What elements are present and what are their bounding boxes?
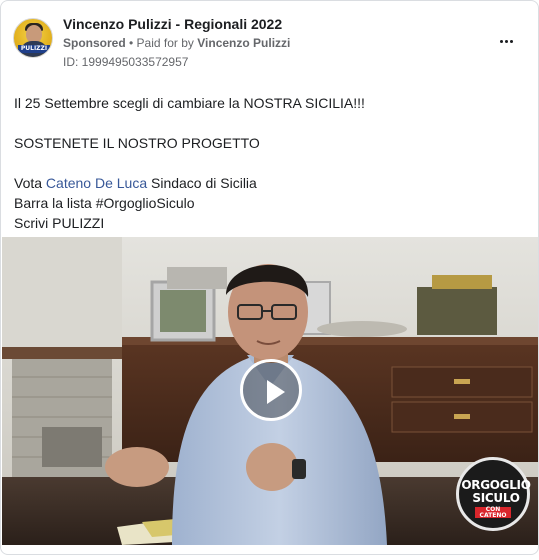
post-text: Il 25 Settembre scegli di cambiare la NO…: [14, 93, 524, 233]
sponsored-line: Sponsored • Paid for by Vincenzo Pulizzi: [63, 36, 290, 50]
post-line-2: SOSTENETE IL NOSTRO PROGETTO: [14, 135, 260, 151]
avatar-tag: PULIZZI: [18, 45, 50, 53]
more-options-icon[interactable]: [494, 33, 518, 49]
paid-for-prefix: Paid for by: [136, 36, 198, 50]
play-icon: [267, 380, 285, 404]
post-line-1: Il 25 Settembre scegli di cambiare la NO…: [14, 95, 365, 111]
ad-header: PULIZZI Vincenzo Pulizzi - Regionali 202…: [13, 15, 526, 71]
paid-for-name: Vincenzo Pulizzi: [197, 36, 291, 50]
logo-line-3: CON CATENO: [475, 507, 511, 518]
post-line-3: Vota Cateno De Luca Sindaco di Sicilia: [14, 173, 524, 193]
logo-line-2: SICULO: [472, 491, 520, 505]
cateno-de-luca-link[interactable]: Cateno De Luca: [46, 175, 147, 191]
vote-suffix: Sindaco di Sicilia: [147, 175, 257, 191]
vote-prefix: Vota: [14, 175, 46, 191]
logo-line-1: ORGOGLIO: [461, 478, 531, 492]
ad-id: ID: 1999495033572957: [63, 55, 189, 69]
ad-card: PULIZZI Vincenzo Pulizzi - Regionali 202…: [0, 0, 539, 555]
separator-dot: •: [125, 36, 137, 50]
page-avatar[interactable]: PULIZZI: [13, 18, 53, 58]
post-line-5: Scrivi PULIZZI: [14, 215, 105, 231]
video-player[interactable]: ORGOGLIO SICULO CON CATENO: [2, 237, 538, 545]
sponsored-label: Sponsored: [63, 36, 126, 50]
play-button[interactable]: [240, 359, 302, 421]
post-line-4: Barra la lista #OrgoglioSiculo: [14, 195, 195, 211]
page-name[interactable]: Vincenzo Pulizzi - Regionali 2022: [63, 16, 282, 32]
orgoglio-siculo-logo: ORGOGLIO SICULO CON CATENO: [456, 457, 531, 531]
